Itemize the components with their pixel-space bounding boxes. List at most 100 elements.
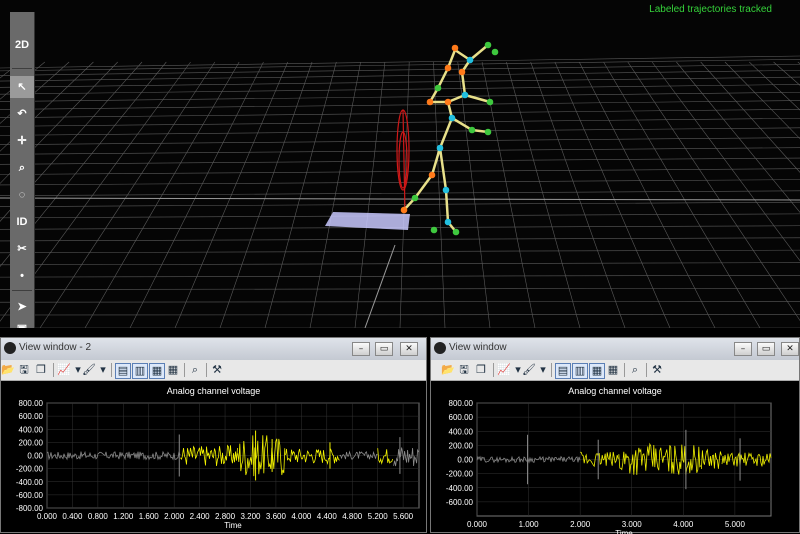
cube-icon: ▣ <box>17 323 27 328</box>
cube-button[interactable]: ▣ <box>10 318 34 328</box>
fill-color-icon[interactable]: 🖌 <box>522 363 536 377</box>
single-view-icon[interactable]: ▤ <box>115 363 131 379</box>
view-window[interactable]: View window – ▭ ✕ 📂 🖫 ❐ 📈 ▾ 🖌 ▾ ▤ ▥ ▦ ▦ … <box>430 337 800 533</box>
rotate-icon: ↶ <box>17 108 26 120</box>
join-button[interactable]: • <box>10 265 34 287</box>
x-tick-label: 2.000 <box>164 512 185 521</box>
center-button[interactable]: ◌ <box>10 184 34 206</box>
force-plate <box>325 212 410 230</box>
x-tick-label: 0.800 <box>88 512 109 521</box>
copy-icon[interactable]: ❐ <box>474 363 488 377</box>
minimize-button[interactable]: – <box>352 342 370 356</box>
x-tick-label: 4.000 <box>291 512 312 521</box>
y-tick-label: 800.00 <box>19 399 44 408</box>
marker-point <box>427 99 434 106</box>
rotate-button[interactable]: ↶ <box>10 103 34 125</box>
x-tick-label: 4.400 <box>317 512 338 521</box>
zoom-button[interactable]: ⌕ <box>10 157 34 179</box>
skeleton-bone <box>446 190 448 222</box>
x-tick-label: 5.200 <box>368 512 389 521</box>
zoom-icon[interactable]: ⌕ <box>628 363 642 377</box>
cut-button[interactable]: ✂ <box>10 238 34 260</box>
identify-button[interactable]: ID <box>10 211 34 233</box>
maximize-button[interactable]: ▭ <box>757 342 775 356</box>
grid-line <box>531 62 625 328</box>
close-button[interactable]: ✕ <box>400 342 418 356</box>
open-folder-icon[interactable]: 📂 <box>1 363 15 377</box>
split-view-icon[interactable]: ▥ <box>132 363 148 379</box>
dropdown-arrow-icon[interactable]: ▾ <box>536 363 550 377</box>
axis-line <box>365 245 395 328</box>
axis-settings-icon[interactable]: 📈 <box>57 363 71 377</box>
skeleton-bone <box>438 68 448 88</box>
table-view-icon[interactable]: ▦ <box>606 363 620 377</box>
axis-settings-icon[interactable]: 📈 <box>497 363 511 377</box>
single-view-icon[interactable]: ▤ <box>555 363 571 379</box>
signal-trace <box>394 448 419 467</box>
x-tick-label: 2.800 <box>215 512 236 521</box>
y-tick-label: 200.00 <box>449 441 474 450</box>
window-titlebar[interactable]: View window - 2 – ▭ ✕ <box>1 338 426 360</box>
marker-point <box>492 49 499 56</box>
y-tick-label: 800.00 <box>449 399 474 408</box>
grid-line <box>0 250 800 253</box>
y-tick-label: 400.00 <box>449 427 474 436</box>
floor-grid <box>0 56 800 328</box>
y-tick-label: 0.00 <box>27 452 43 461</box>
hammer-icon[interactable]: ⚒ <box>210 363 224 377</box>
marker-point <box>445 99 452 106</box>
zoom-icon[interactable]: ⌕ <box>188 363 202 377</box>
2d-view-button[interactable]: 2D <box>10 34 34 56</box>
maximize-button[interactable]: ▭ <box>375 342 393 356</box>
pointer-tool-button[interactable]: ➤ <box>10 296 34 318</box>
cut-icon: ✂ <box>17 243 26 255</box>
split-view-icon[interactable]: ▥ <box>572 363 588 379</box>
marker-point <box>435 85 442 92</box>
marker-point <box>445 65 452 72</box>
stacked-view-icon[interactable]: ▦ <box>149 363 165 379</box>
y-tick-label: 200.00 <box>19 438 44 447</box>
axis-line <box>0 198 800 200</box>
close-button[interactable]: ✕ <box>781 342 799 356</box>
marker-point <box>462 92 469 99</box>
fill-color-icon[interactable]: 🖌 <box>82 363 96 377</box>
marker-point <box>412 195 419 202</box>
window-titlebar[interactable]: View window – ▭ ✕ <box>431 338 799 360</box>
close-icon: ✕ <box>405 344 413 354</box>
open-folder-icon[interactable]: 📂 <box>441 363 455 377</box>
analog-plot[interactable]: Analog channel voltage 800.00600.00400.0… <box>431 381 799 532</box>
grid-line <box>355 62 385 328</box>
grid-line <box>0 275 800 277</box>
y-tick-label: -200.00 <box>16 465 44 474</box>
save-icon[interactable]: 🖫 <box>17 363 31 377</box>
copy-icon[interactable]: ❐ <box>34 363 48 377</box>
marker-point <box>445 219 452 226</box>
y-tick-label: 400.00 <box>19 425 44 434</box>
3d-viewport[interactable]: Labeled trajectories tracked 2D ↖ ↶ ✛ ⌕ … <box>0 0 800 328</box>
close-icon: ✕ <box>786 344 794 354</box>
dropdown-arrow-icon[interactable]: ▾ <box>96 363 110 377</box>
marker-point <box>443 187 450 194</box>
grid-line <box>0 301 800 302</box>
hammer-icon[interactable]: ⚒ <box>650 363 664 377</box>
y-tick-label: -400.00 <box>446 484 474 493</box>
x-tick-label: 2.400 <box>190 512 211 521</box>
stacked-view-icon[interactable]: ▦ <box>589 363 605 379</box>
x-tick-label: 1.200 <box>113 512 134 521</box>
grid-line <box>0 118 800 126</box>
select-button[interactable]: ↖ <box>10 76 34 98</box>
x-tick-label: 3.600 <box>266 512 287 521</box>
analog-plot[interactable]: Analog channel voltage 800.00600.00400.0… <box>1 381 426 532</box>
translate-button[interactable]: ✛ <box>10 130 34 152</box>
y-tick-label: 600.00 <box>449 413 474 422</box>
grid-line <box>506 62 580 328</box>
x-tick-label: 1.600 <box>139 512 160 521</box>
grid-line <box>0 128 800 136</box>
skeleton-bone <box>452 118 472 130</box>
table-view-icon[interactable]: ▦ <box>166 363 180 377</box>
save-icon[interactable]: 🖫 <box>457 363 471 377</box>
minimize-button[interactable]: – <box>734 342 752 356</box>
view-window-2[interactable]: View window - 2 – ▭ ✕ 📂 🖫 ❐ 📈 ▾ 🖌 ▾ ▤ ▥ … <box>0 337 427 533</box>
x-tick-label: 3.000 <box>622 520 643 529</box>
x-tick-label: 0.400 <box>62 512 83 521</box>
